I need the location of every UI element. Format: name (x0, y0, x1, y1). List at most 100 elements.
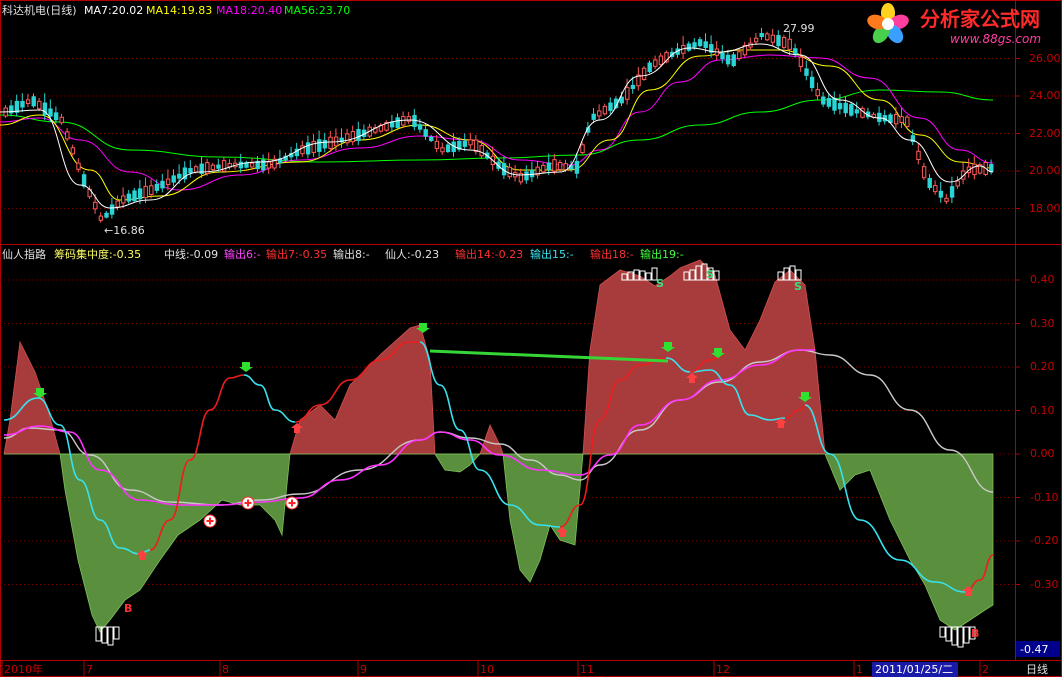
candle-body (541, 164, 546, 173)
candle-body (737, 51, 742, 60)
candle-body (440, 147, 445, 153)
price-legend-item: MA56:23.70 (284, 4, 351, 17)
signal-bar (939, 626, 946, 638)
indicator-tick-label: 0.30 (1030, 316, 1055, 330)
indicator-tick-label: 0.10 (1030, 403, 1055, 417)
candle-body (821, 96, 826, 105)
candle-body (921, 166, 927, 179)
price-legend-item: MA14:19.83 (146, 4, 213, 17)
candle-body (725, 54, 731, 65)
low-price-label: ←16.86 (104, 224, 145, 237)
chart-window[interactable]: 27.99 ←16.86 -0.47 2011/01/25/二 日线 S S S… (0, 0, 1062, 677)
time-tick-label: 7 (86, 663, 93, 676)
candle-body (697, 39, 703, 47)
candle-body (193, 166, 199, 173)
candle-body (109, 204, 115, 215)
bullish-area (3, 340, 61, 455)
candle-body (849, 104, 854, 116)
candle-body (893, 113, 899, 125)
indicator-legend-item: 输出18:- (590, 248, 634, 261)
candle-body (591, 113, 596, 120)
sell-marker: S (706, 268, 714, 281)
candle-body (473, 139, 479, 153)
high-price-label: 27.99 (783, 22, 815, 35)
logo-url: www.88gs.com (950, 32, 1042, 46)
signal-bar (945, 626, 952, 642)
time-tick-label: 1 (856, 663, 863, 676)
candle-body (905, 116, 910, 127)
candle-body (804, 68, 809, 76)
candle-body (781, 37, 787, 48)
buy-marker: B (971, 627, 980, 640)
candle-body (546, 162, 552, 170)
down-arrow-icon (239, 362, 253, 372)
candle-body (854, 109, 860, 114)
candle-body (266, 161, 272, 169)
candle-body (149, 185, 154, 196)
candle-body (154, 183, 160, 191)
indicator-tick-label: 0.00 (1030, 447, 1055, 460)
candle-body (759, 32, 764, 38)
candle-body (53, 112, 59, 121)
bearish-area (824, 453, 994, 631)
candle-body (14, 100, 20, 113)
candle-body (692, 42, 697, 48)
candle-body (703, 41, 708, 49)
candle-body (949, 186, 955, 198)
indicator-legend-item: 仙人:-0.23 (385, 248, 440, 261)
candle-body (221, 160, 227, 172)
candle-body (305, 142, 311, 155)
candle-body (597, 110, 602, 117)
candle-body (317, 139, 322, 152)
candle-body (70, 147, 76, 155)
candle-body (647, 62, 652, 73)
candle-body (658, 55, 664, 65)
candle-body (686, 43, 692, 51)
signal-bar (107, 626, 114, 646)
candle-body (417, 124, 423, 130)
candle-body (653, 59, 658, 67)
candle-body (927, 177, 932, 189)
indicator-legend-item: 中线:-0.09 (164, 248, 219, 261)
sell-marker: S (656, 277, 664, 290)
candle-body (37, 100, 42, 110)
candle-body (468, 139, 473, 146)
bullish-area (479, 423, 504, 455)
candle-body (552, 159, 557, 172)
candle-body (720, 52, 725, 59)
candle-body (25, 99, 31, 105)
bearish-area (59, 453, 291, 633)
candle-body (395, 117, 400, 128)
indicator-tick-label: -0.30 (1030, 577, 1059, 591)
candle-body (753, 37, 759, 43)
candle-body (171, 175, 176, 183)
candle-body (580, 144, 585, 154)
candle-body (843, 102, 848, 114)
candle-body (989, 164, 994, 173)
time-tick-label: 9 (360, 663, 367, 676)
candle-body (815, 89, 820, 97)
chart-canvas[interactable] (0, 0, 1062, 677)
period-label[interactable]: 日线 (1026, 663, 1048, 676)
candle-body (93, 201, 98, 210)
candle-body (328, 136, 333, 149)
candle-body (938, 190, 944, 198)
time-tick-label: 12 (716, 663, 730, 676)
candle-body (115, 200, 120, 208)
cursor-date-label: 2011/01/25/二 (875, 663, 954, 676)
time-tick-label: 2010年 (4, 663, 43, 676)
candle-body (406, 116, 412, 122)
candle-body (944, 197, 949, 202)
candle-body (98, 215, 104, 221)
candle-body (625, 87, 630, 100)
candle-body (322, 139, 328, 149)
candle-body (121, 195, 126, 204)
candle-body (574, 160, 580, 174)
candle-body (165, 178, 171, 186)
signal-bar (101, 626, 108, 644)
candle-body (529, 169, 535, 178)
indicator-legend-item: 输出14:-0.23 (455, 248, 524, 261)
candle-body (557, 162, 563, 170)
signal-bar (113, 626, 120, 640)
candle-body (765, 33, 770, 41)
